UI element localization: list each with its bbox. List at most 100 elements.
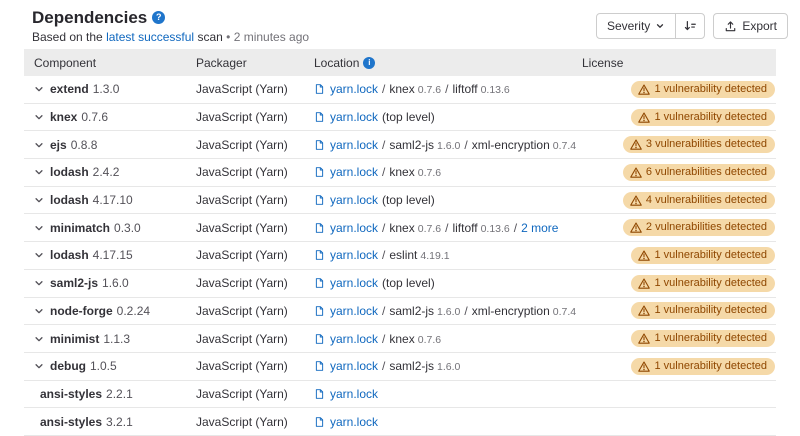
vulnerability-cell: 1 vulnerability detected xyxy=(631,358,776,375)
location-file-link[interactable]: yarn.lock xyxy=(330,165,378,179)
path-dependency-version: 0.7.6 xyxy=(418,167,441,179)
location-note: (top level) xyxy=(382,193,435,207)
vulnerability-badge-label: 1 vulnerability detected xyxy=(654,84,767,95)
file-icon xyxy=(314,194,325,206)
vulnerability-badge[interactable]: 1 vulnerability detected xyxy=(631,358,775,375)
location-file-link[interactable]: yarn.lock xyxy=(330,332,378,346)
component-cell: ejs 0.8.8 xyxy=(24,138,196,152)
path-separator: / xyxy=(382,359,385,373)
chevron-down-icon[interactable] xyxy=(34,334,44,344)
vulnerability-badge[interactable]: 2 vulnerabilities detected xyxy=(623,219,775,236)
location-file-link[interactable]: yarn.lock xyxy=(330,359,378,373)
location-file-link[interactable]: yarn.lock xyxy=(330,415,378,429)
component-version: 0.7.6 xyxy=(81,110,108,124)
chevron-down-icon[interactable] xyxy=(34,112,44,122)
location-cell: yarn.lock xyxy=(314,387,582,401)
component-version: 1.1.3 xyxy=(103,332,130,346)
component-name: knex xyxy=(50,110,77,124)
vulnerability-badge[interactable]: 1 vulnerability detected xyxy=(631,302,775,319)
vulnerability-badge-label: 1 vulnerability detected xyxy=(654,278,767,289)
table-row: minimatch 0.3.0 JavaScript (Yarn) yarn.l… xyxy=(24,214,776,242)
vulnerability-badge[interactable]: 1 vulnerability detected xyxy=(631,81,775,98)
location-path: /knex0.7.6 xyxy=(378,332,441,346)
packager: JavaScript (Yarn) xyxy=(196,82,314,96)
more-locations-link[interactable]: 2 more xyxy=(521,221,558,235)
vulnerability-badge[interactable]: 1 vulnerability detected xyxy=(631,109,775,126)
chevron-down-icon[interactable] xyxy=(34,306,44,316)
export-button[interactable]: Export xyxy=(713,13,788,39)
vulnerability-badge[interactable]: 1 vulnerability detected xyxy=(631,330,775,347)
path-dependency: saml2-js1.6.0 xyxy=(389,359,460,373)
location-file-link[interactable]: yarn.lock xyxy=(330,248,378,262)
info-icon[interactable]: i xyxy=(363,57,375,69)
vulnerability-badge[interactable]: 1 vulnerability detected xyxy=(631,247,775,264)
vulnerability-badge[interactable]: 1 vulnerability detected xyxy=(631,275,775,292)
path-separator: / xyxy=(382,248,385,262)
packager: JavaScript (Yarn) xyxy=(196,359,314,373)
component-cell: minimist 1.1.3 xyxy=(24,332,196,346)
vulnerability-badge-label: 6 vulnerabilities detected xyxy=(646,167,767,178)
chevron-down-icon[interactable] xyxy=(34,278,44,288)
vulnerability-badge[interactable]: 6 vulnerabilities detected xyxy=(623,164,775,181)
location-file-link[interactable]: yarn.lock xyxy=(330,82,378,96)
component-cell: lodash 4.17.15 xyxy=(24,248,196,262)
path-dependency-name: xml-encryption xyxy=(472,304,550,318)
path-dependency-name: xml-encryption xyxy=(472,138,550,152)
path-separator: / xyxy=(382,165,385,179)
location-file-link[interactable]: yarn.lock xyxy=(330,193,378,207)
location-path: (top level) xyxy=(378,276,435,290)
component-version: 2.2.1 xyxy=(106,387,133,401)
chevron-down-icon[interactable] xyxy=(34,84,44,94)
chevron-down-icon[interactable] xyxy=(34,250,44,260)
location-path: /knex0.7.6/liftoff0.13.6 xyxy=(378,82,510,96)
component-version: 4.17.10 xyxy=(93,193,133,207)
path-separator: / xyxy=(382,332,385,346)
component-name: lodash xyxy=(50,248,89,262)
warning-triangle-icon xyxy=(638,84,650,95)
vulnerability-badge[interactable]: 4 vulnerabilities detected xyxy=(623,192,775,209)
table-row: lodash 4.17.15 JavaScript (Yarn) yarn.lo… xyxy=(24,242,776,270)
severity-filter-button[interactable]: Severity xyxy=(596,13,676,39)
warning-triangle-icon xyxy=(638,361,650,372)
table-row: debug 1.0.5 JavaScript (Yarn) yarn.lock … xyxy=(24,353,776,381)
location-file-link[interactable]: yarn.lock xyxy=(330,387,378,401)
vulnerability-badge-label: 4 vulnerabilities detected xyxy=(646,195,767,206)
location-file-link[interactable]: yarn.lock xyxy=(330,138,378,152)
chevron-down-icon[interactable] xyxy=(34,140,44,150)
path-separator: / xyxy=(382,138,385,152)
path-dependency-name: saml2-js xyxy=(389,304,434,318)
vulnerability-cell: 2 vulnerabilities detected xyxy=(623,219,776,236)
file-icon xyxy=(314,222,325,234)
path-dependency-version: 0.7.6 xyxy=(418,84,441,96)
component-cell: ansi-styles 2.2.1 xyxy=(24,387,196,401)
vulnerability-cell: 3 vulnerabilities detected xyxy=(623,136,776,153)
chevron-down-icon xyxy=(655,21,665,31)
component-cell: minimatch 0.3.0 xyxy=(24,221,196,235)
vulnerability-cell: 4 vulnerabilities detected xyxy=(623,192,776,209)
component-version: 2.4.2 xyxy=(93,165,120,179)
location-file-link[interactable]: yarn.lock xyxy=(330,221,378,235)
path-dependency-version: 0.13.6 xyxy=(481,84,510,96)
path-dependency-version: 0.7.4 xyxy=(553,140,576,152)
path-dependency-name: saml2-js xyxy=(389,138,434,152)
location-file-link[interactable]: yarn.lock xyxy=(330,304,378,318)
column-header-location-label: Location xyxy=(314,56,359,70)
sort-direction-button[interactable] xyxy=(675,13,705,39)
component-name: ansi-styles xyxy=(40,415,102,429)
location-path: /eslint4.19.1 xyxy=(378,248,450,262)
help-icon[interactable]: ? xyxy=(152,11,165,24)
vulnerability-badge[interactable]: 3 vulnerabilities detected xyxy=(623,136,775,153)
chevron-down-icon[interactable] xyxy=(34,361,44,371)
location-path: / saml2-js1.6.0 xyxy=(378,359,460,373)
path-separator: / xyxy=(382,304,385,318)
table-row: ejs 0.8.8 JavaScript (Yarn) yarn.lock /s… xyxy=(24,131,776,159)
chevron-down-icon[interactable] xyxy=(34,167,44,177)
location-cell: yarn.lock / saml2-js1.6.0 xyxy=(314,359,582,373)
location-file-link[interactable]: yarn.lock xyxy=(330,276,378,290)
location-file-link[interactable]: yarn.lock xyxy=(330,110,378,124)
path-dependency: saml2-js1.6.0 xyxy=(389,304,460,318)
packager: JavaScript (Yarn) xyxy=(196,415,314,429)
latest-successful-scan-link[interactable]: latest successful xyxy=(106,30,194,44)
chevron-down-icon[interactable] xyxy=(34,223,44,233)
chevron-down-icon[interactable] xyxy=(34,195,44,205)
